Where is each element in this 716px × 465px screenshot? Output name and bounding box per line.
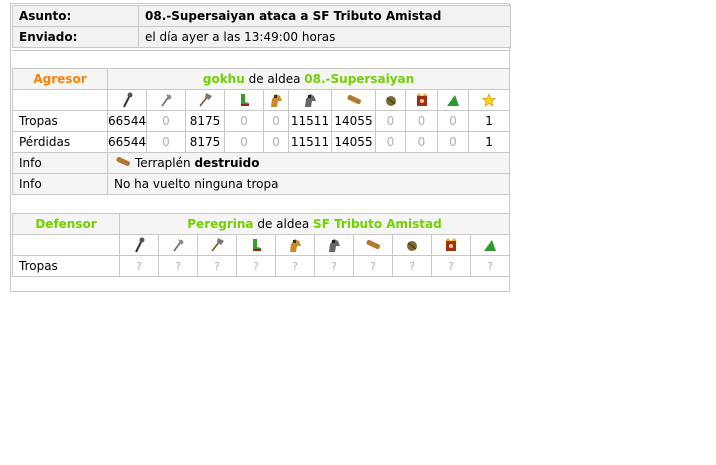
catapult-icon: [392, 234, 432, 256]
sent-label: Enviado:: [12, 26, 139, 48]
loss-count: 1: [467, 131, 511, 153]
settler-icon: [437, 89, 469, 111]
loss-count: 8175: [185, 131, 225, 153]
defender-role: Defensor: [12, 213, 120, 235]
attacker-losses-label: Pérdidas: [12, 131, 108, 153]
hero-star-icon: [467, 89, 511, 111]
info-no-troops-returned: No ha vuelto ninguna tropa: [106, 173, 511, 195]
scout-boot-icon: [224, 89, 264, 111]
header-divider: [12, 50, 510, 51]
settler-icon: [470, 234, 510, 256]
loss-count: 11511: [288, 131, 332, 153]
defender-heading: Peregrina de aldea SF Tributo Amistad: [119, 213, 510, 235]
battering-ram-icon: [331, 89, 376, 111]
loss-count: 0: [146, 131, 186, 153]
loss-count: 0: [375, 131, 406, 153]
teutonic-knight-horse-icon: [288, 89, 332, 111]
troop-count: 14055: [331, 110, 376, 132]
troop-count-unknown: ?: [197, 255, 237, 277]
troop-count: 0: [263, 110, 289, 132]
scout-boot-icon: [236, 234, 276, 256]
troop-count: 0: [146, 110, 186, 132]
defender-troops-label: Tropas: [12, 255, 120, 277]
troop-count: 0: [224, 110, 264, 132]
attacker-role: Agresor: [12, 68, 108, 90]
axe-icon: [158, 234, 198, 256]
loss-count: 0: [263, 131, 289, 153]
info-building-destroyed: Terraplén destruido: [106, 152, 511, 174]
troop-count-unknown: ?: [470, 255, 510, 277]
attacker-village-link[interactable]: 08.-Supersaiyan: [304, 72, 414, 86]
defender-village-link[interactable]: SF Tributo Amistad: [313, 217, 442, 231]
loss-count: 0: [224, 131, 264, 153]
attacker-troops-label: Tropas: [12, 110, 108, 132]
info-label: Info: [12, 152, 108, 174]
attacker-player-link[interactable]: gokhu: [203, 72, 245, 86]
teutonic-knight-horse-icon: [314, 234, 354, 256]
loss-count: 66544: [107, 131, 147, 153]
battering-ram-icon: [353, 234, 393, 256]
troop-count: 8175: [185, 110, 225, 132]
subject-label: Asunto:: [12, 5, 139, 27]
attacker-heading: gokhu de aldea 08.-Supersaiyan: [106, 68, 511, 90]
chief-icon: [431, 234, 471, 256]
tomahawk-icon: [185, 89, 225, 111]
troop-count-unknown: ?: [314, 255, 354, 277]
catapult-icon: [375, 89, 406, 111]
troop-count: 0: [405, 110, 438, 132]
chief-icon: [405, 89, 438, 111]
paladin-horse-icon: [263, 89, 289, 111]
axe-icon: [146, 89, 186, 111]
troop-count: 0: [437, 110, 469, 132]
troop-count-unknown: ?: [275, 255, 315, 277]
attacker-table: Agresor gokhu de aldea 08.-Supersaiyan T…: [12, 68, 511, 195]
defender-table: Defensor Peregrina de aldea SF Tributo A…: [12, 213, 510, 277]
troop-count: 66544: [107, 110, 147, 132]
troop-count-unknown: ?: [158, 255, 198, 277]
loss-count: 0: [437, 131, 469, 153]
paladin-horse-icon: [275, 234, 315, 256]
troop-count-unknown: ?: [392, 255, 432, 277]
tomahawk-icon: [197, 234, 237, 256]
club-icon: [119, 234, 159, 256]
subject-text: 08.-Supersaiyan ataca a SF Tributo Amist…: [138, 5, 511, 27]
loss-count: 14055: [331, 131, 376, 153]
troop-count-unknown: ?: [353, 255, 393, 277]
report-header: Asunto: 08.-Supersaiyan ataca a SF Tribu…: [12, 5, 511, 48]
troop-count-unknown: ?: [236, 255, 276, 277]
defender-player-link[interactable]: Peregrina: [187, 217, 253, 231]
sent-text: el día ayer a las 13:49:00 horas: [138, 26, 511, 48]
troop-count-unknown: ?: [431, 255, 471, 277]
troop-count-unknown: ?: [119, 255, 159, 277]
troop-count: 1: [467, 110, 511, 132]
troop-count: 11511: [288, 110, 332, 132]
loss-count: 0: [405, 131, 438, 153]
battering-ram-icon: [114, 155, 132, 172]
info-label: Info: [12, 173, 108, 195]
club-icon: [107, 89, 147, 111]
troop-count: 0: [375, 110, 406, 132]
